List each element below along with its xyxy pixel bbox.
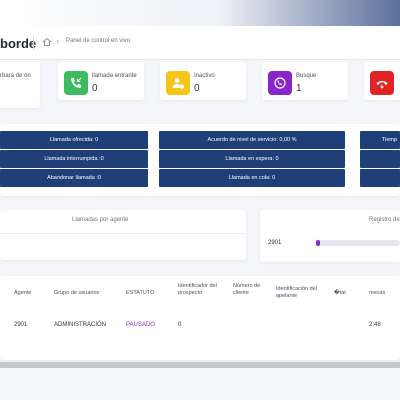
stat-value: 1 xyxy=(296,83,302,94)
app-logo: borde xyxy=(0,36,37,51)
stat-label: rbara de ón xyxy=(0,73,31,79)
phone-hangup-icon xyxy=(370,71,394,95)
table-header: ESTATUTO xyxy=(126,290,155,296)
table-cell: 2:48 xyxy=(369,322,381,328)
metric-right-3 xyxy=(360,169,400,187)
table-header: Agente xyxy=(14,290,32,296)
metric-sla: Acuerdo de nivel de servicio: 0,00 % xyxy=(159,131,345,149)
panel-title: Llamadas por agente xyxy=(72,217,129,223)
stat-value: 0 xyxy=(194,83,200,94)
phone-busy-icon xyxy=(268,71,292,95)
progress-agent-label: 2901 xyxy=(268,240,282,246)
metric-right-2 xyxy=(360,150,400,168)
horizontal-scrollbar[interactable] xyxy=(0,362,400,368)
stat-card-busy[interactable]: Busque 1 xyxy=(262,62,348,100)
breadcrumb[interactable]: Panel de control en vivo xyxy=(66,38,130,44)
status-badge: PAUSADO xyxy=(126,322,155,328)
stat-label: llamada entrante xyxy=(92,73,137,79)
metric-interrupted: Llamada interrumpida :0 xyxy=(0,150,148,168)
stat-value: 0 xyxy=(92,83,98,94)
metric-on-hold: Llamada en espera: 0 xyxy=(159,150,345,168)
metric-abandon: Abandonar llamada :0 xyxy=(0,169,148,187)
table-header: Identificador del prospecto xyxy=(178,283,217,296)
stat-card-partial: rbara de ón xyxy=(0,62,40,108)
stat-label: Busque xyxy=(296,73,317,79)
home-icon[interactable] xyxy=(42,37,52,47)
table-header: mecas xyxy=(369,290,386,296)
agent-progress-track xyxy=(316,240,400,246)
panel-title: Registro de xyxy=(369,217,400,223)
table-header: Número de cliente xyxy=(233,283,261,296)
table-cell: 2901 xyxy=(14,322,28,328)
table-header: �tat xyxy=(334,290,346,296)
panel-divider xyxy=(0,233,246,234)
stat-card-idle[interactable]: Inactivo 0 xyxy=(160,62,246,100)
table-header: Identificación del apelante xyxy=(276,286,317,299)
table-cell: ADMINISTRACIÓN xyxy=(54,322,107,328)
header-divider xyxy=(33,36,34,50)
table-cell: 0 xyxy=(178,322,182,328)
metric-offered: Llamada ofrecida: 0 xyxy=(0,131,148,149)
header-bar: borde › Panel de control en vivo xyxy=(0,26,400,60)
metric-time: Tiemp xyxy=(360,131,400,149)
user-idle-icon xyxy=(166,71,190,95)
agent-progress-fill xyxy=(316,240,321,246)
stat-card-hangup[interactable] xyxy=(364,62,400,100)
table-header: Grupo de usuarios xyxy=(54,290,100,296)
top-gradient-band xyxy=(0,0,400,26)
stat-card-incoming[interactable]: llamada entrante 0 xyxy=(58,62,144,100)
phone-incoming-icon xyxy=(64,71,88,95)
chevron-right-icon: › xyxy=(56,36,59,46)
stat-label: Inactivo xyxy=(194,73,215,79)
metric-in-queue: Llamada en cola: 0 xyxy=(159,169,345,187)
